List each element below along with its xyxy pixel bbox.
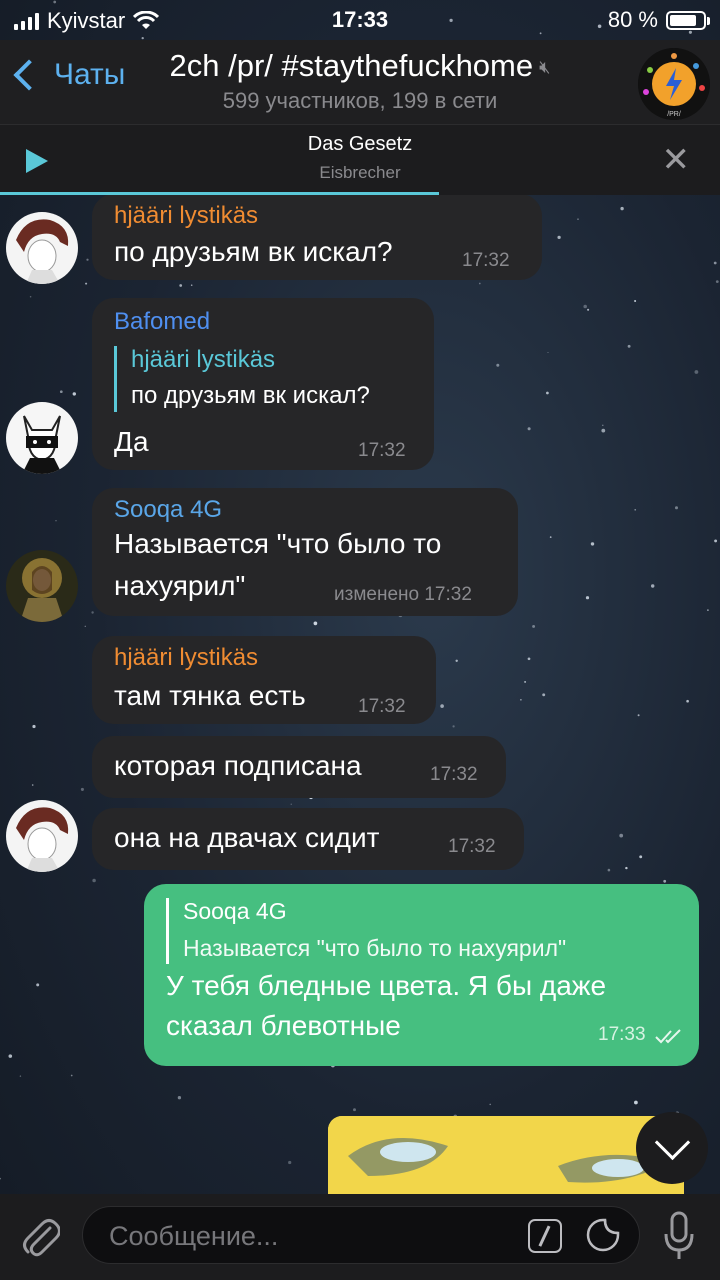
battery-percent: 80 % [607, 7, 658, 32]
message-bubble[interactable]: которая подписана 17:32 [92, 736, 506, 798]
battery-icon [666, 10, 710, 30]
double-check-icon [655, 1029, 681, 1044]
message-bubble[interactable]: hjääri lystikäs там тянка есть 17:32 [92, 636, 436, 724]
message-time: 17:32 [462, 250, 510, 271]
message-time: 17:32 [358, 440, 406, 461]
group-avatar[interactable]: /PR/ [638, 48, 710, 120]
svg-text:/PR/: /PR/ [667, 111, 681, 118]
chat-subtitle: 599 участников, 199 в сети [222, 88, 498, 113]
message-input-bar [0, 1194, 720, 1280]
scroll-down-button[interactable] [636, 1112, 708, 1184]
outgoing-message-bubble[interactable]: Sooqa 4G Называется "что было то нахуяри… [144, 884, 699, 1066]
reply-sender: Sooqa 4G [183, 898, 287, 924]
message-text: по друзьям вк искал? [114, 236, 393, 267]
sender-name: hjääri lystikäs [114, 644, 259, 671]
message-bubble[interactable]: Bafomed hjääri lystikäs по друзьям вк ис… [92, 298, 434, 470]
avatar-hjaari[interactable] [6, 800, 78, 872]
avatar-bafomed[interactable] [6, 402, 78, 474]
message-time: 17:32 [358, 696, 406, 717]
message-bubble[interactable]: Sooqa 4G Называется "что было то нахуяри… [92, 488, 518, 616]
chevron-down-icon [654, 1124, 691, 1161]
message-time: изменено 17:32 [334, 584, 472, 605]
playback-progress [0, 192, 440, 195]
message-text: там тянка есть [114, 680, 306, 711]
sender-name: Sooqa 4G [114, 496, 223, 523]
music-player-bar[interactable]: Das Gesetz Eisbrecher ✕ [0, 124, 720, 195]
reply-text: по друзьям вк искал? [131, 382, 370, 409]
song-title: Das Gesetz [307, 133, 413, 155]
message-text: Да [114, 426, 149, 457]
sender-name: Bafomed [114, 308, 211, 335]
message-bubble[interactable]: она на двачах сидит 17:32 [92, 808, 524, 870]
message-text-line1: У тебя бледные цвета. Я бы даже [166, 970, 607, 1001]
message-input[interactable] [107, 1217, 511, 1255]
message-field[interactable] [82, 1206, 640, 1264]
microphone-icon[interactable] [662, 1210, 696, 1262]
reply-sender: hjääri lystikäs [131, 346, 276, 373]
message-time: 17:32 [430, 764, 478, 785]
paperclip-icon[interactable] [20, 1214, 60, 1258]
message-text-line1: Называется "что было то [114, 528, 442, 559]
message-text: которая подписана [114, 750, 362, 781]
close-icon[interactable]: ✕ [662, 143, 691, 177]
message-text-line2: нахуярил" [114, 570, 246, 601]
chat-header: Чаты 2ch /pr/ #staythefuckhome 🔇︎ 599 уча… [0, 40, 720, 124]
avatar-hjaari[interactable] [6, 212, 78, 284]
status-bar: Kyivstar 17:33 80 % [0, 0, 720, 40]
reply-quote[interactable]: Sooqa 4G Называется "что было то нахуяри… [166, 898, 566, 964]
chat-title-text: 2ch /pr/ #staythefuckhome [169, 48, 534, 83]
message-bubble[interactable]: hjääri lystikäs по друзьям вк искал? 17:… [92, 194, 542, 280]
message-text: она на двачах сидит [114, 822, 380, 853]
avatar-sooqa[interactable] [6, 550, 78, 622]
sticker-icon[interactable] [585, 1217, 621, 1253]
message-list[interactable]: hjääri lystikäs по друзьям вк искал? 17:… [0, 194, 720, 1196]
message-text-line2: сказал блевотные [166, 1010, 401, 1041]
message-time: 17:32 [448, 836, 496, 857]
song-artist: Eisbrecher [319, 163, 401, 182]
sender-name: hjääri lystikäs [114, 202, 259, 229]
reply-text: Называется "что было то нахуярил" [183, 935, 567, 961]
chat-title[interactable]: 2ch /pr/ #staythefuckhome 🔇︎ [0, 48, 720, 84]
reply-quote[interactable]: hjääri lystikäs по друзьям вк искал? [114, 346, 370, 412]
image-preview[interactable] [328, 1116, 684, 1196]
bot-command-icon[interactable] [528, 1219, 562, 1253]
muted-icon: 🔇︎ [539, 57, 551, 78]
message-time: 17:33 [598, 1024, 646, 1045]
